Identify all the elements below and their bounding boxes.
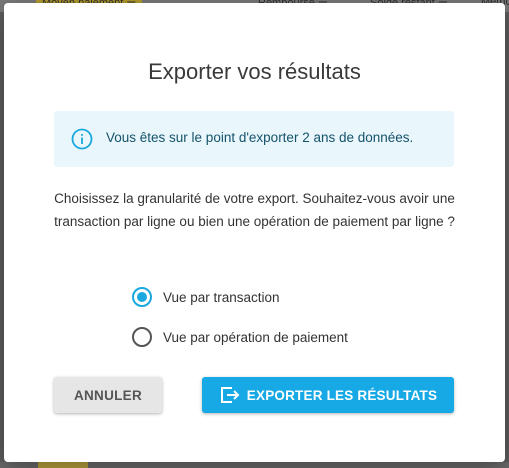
background-bottom-edge — [0, 462, 509, 468]
radio-payment-operation[interactable] — [132, 327, 152, 347]
background-right-edge — [505, 12, 509, 468]
export-results-button[interactable]: EXPORTER LES RÉSULTATS — [202, 377, 454, 413]
info-banner: Vous êtes sur le point d'exporter 2 ans … — [54, 111, 454, 167]
option-payment-operation-label: Vue par opération de paiement — [163, 329, 348, 345]
export-results-label: EXPORTER LES RÉSULTATS — [246, 387, 438, 403]
export-dialog: Exporter vos résultats Vous êtes sur le … — [4, 3, 505, 462]
option-transaction-label: Vue par transaction — [163, 289, 280, 305]
option-payment-operation[interactable]: Vue par opération de paiement — [132, 326, 348, 348]
option-transaction[interactable]: Vue par transaction — [132, 286, 280, 308]
info-text: Vous êtes sur le point d'exporter 2 ans … — [106, 130, 414, 145]
cancel-button[interactable]: ANNULER — [54, 377, 162, 413]
dialog-description: Choisissez la granularité de votre expor… — [54, 191, 455, 229]
export-arrow-icon — [220, 387, 240, 403]
background-highlight — [38, 462, 88, 468]
dialog-title: Exporter vos résultats — [148, 59, 361, 84]
radio-transaction[interactable] — [132, 287, 152, 307]
info-circle-icon — [71, 128, 93, 150]
